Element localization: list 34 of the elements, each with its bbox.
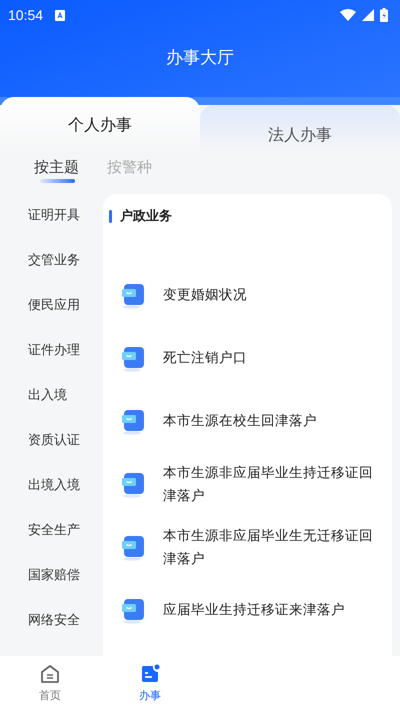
sidebar-item[interactable]: 安全生产	[0, 521, 103, 566]
document-icon	[121, 534, 147, 560]
sidebar-item[interactable]: 证件办理	[0, 341, 103, 386]
status-time: 10:54	[8, 7, 44, 23]
sidebar-item[interactable]: 资质认证	[0, 431, 103, 476]
document-icon	[121, 408, 147, 434]
sidebar-item[interactable]: 国家赔偿	[0, 566, 103, 611]
sidebar-item[interactable]: 证明开具	[0, 206, 103, 251]
keyboard-icon	[55, 10, 66, 20]
service-item[interactable]: 本市生源非应届毕业生无迁移证回津落户	[163, 524, 392, 570]
service-item[interactable]: 本市生源非应届毕业生持迁移证回津落户	[163, 462, 392, 508]
sidebar-item[interactable]: 出境入境	[0, 476, 103, 521]
service-item[interactable]: 本市生源在校生回津落户	[163, 410, 323, 433]
document-icon	[121, 472, 147, 498]
home-icon	[40, 664, 60, 684]
service-icon	[140, 664, 160, 684]
document-icon	[121, 598, 147, 624]
sidebar-item[interactable]: 网络安全	[0, 611, 103, 656]
sidebar-item[interactable]: 便民应用	[0, 296, 103, 341]
page-title: 办事大厅	[165, 47, 235, 69]
service-item[interactable]: 变更婚姻状况	[163, 284, 253, 307]
sidebar-item[interactable]: 出入境	[0, 386, 103, 431]
wifi-icon	[340, 9, 356, 21]
document-icon	[121, 282, 147, 308]
sidebar-item[interactable]: 交管业务	[0, 251, 103, 296]
service-item[interactable]: 应届毕业生持迁移证来津落户	[163, 599, 351, 622]
signal-icon	[362, 9, 374, 21]
service-item[interactable]: 死亡注销户口	[163, 347, 253, 370]
tab[interactable]: 按主题	[34, 152, 79, 194]
battery-icon	[380, 8, 388, 22]
nav-tab[interactable]: 首页	[0, 656, 100, 712]
nav-tab[interactable]: 办事	[100, 656, 200, 712]
section-title: 户政业务	[120, 208, 172, 225]
document-icon	[121, 346, 147, 372]
